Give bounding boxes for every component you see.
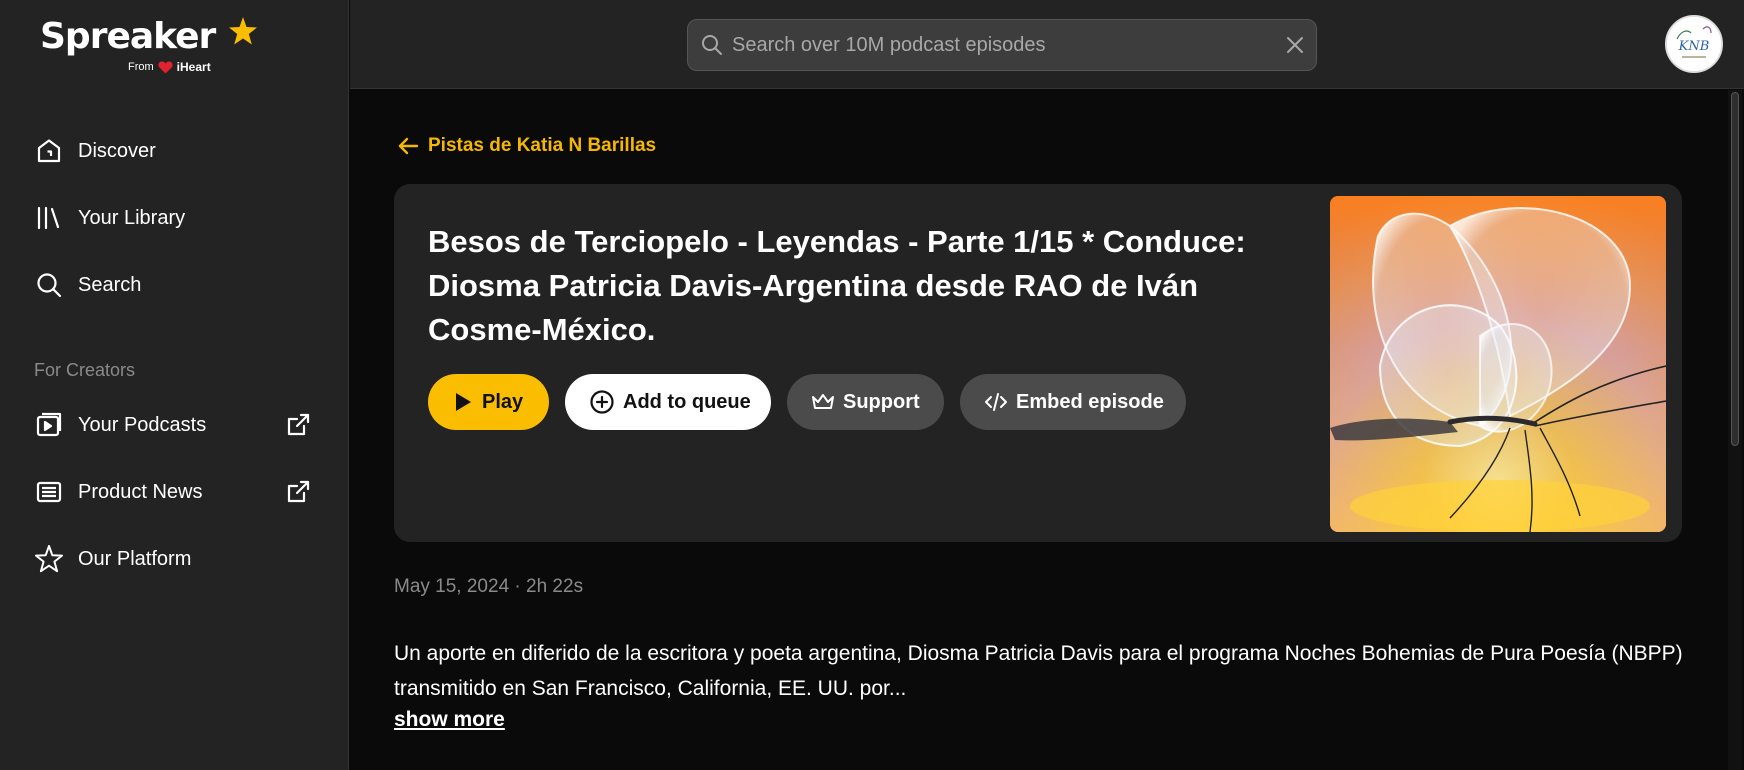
- sidebar-item-label: Your Library: [78, 206, 186, 229]
- library-icon: [34, 203, 64, 233]
- episode-artwork: [1330, 196, 1666, 532]
- butterfly-artwork-image: [1330, 196, 1666, 532]
- sidebar-item-label: Product News: [78, 480, 203, 503]
- external-link-icon: [287, 413, 310, 436]
- crown-icon: [812, 394, 834, 409]
- main-content: Pistas de Katia N Barillas Besos de Terc…: [350, 90, 1726, 770]
- sidebar-item-your-library[interactable]: Your Library: [0, 192, 349, 244]
- sidebar-item-our-platform[interactable]: Our Platform: [0, 533, 349, 585]
- home-icon: [34, 136, 64, 166]
- show-more-link[interactable]: show more: [394, 708, 505, 732]
- embed-episode-button[interactable]: Embed episode: [960, 374, 1186, 430]
- star-icon: [34, 544, 64, 574]
- brand-byline: From iHeart: [128, 60, 211, 74]
- clear-search-icon[interactable]: [1284, 34, 1306, 56]
- news-icon: [34, 477, 64, 507]
- avatar-logo-icon: KNB: [1667, 17, 1721, 71]
- search-input[interactable]: [732, 28, 1252, 62]
- brand-parent: iHeart: [176, 60, 211, 74]
- play-icon: [456, 393, 471, 411]
- sidebar-item-label: Search: [78, 273, 142, 296]
- play-button[interactable]: Play: [428, 374, 549, 430]
- support-button[interactable]: Support: [787, 374, 944, 430]
- back-link-label: Pistas de Katia N Barillas: [428, 135, 657, 156]
- user-avatar[interactable]: KNB: [1665, 15, 1723, 73]
- episode-title: Besos de Terciopelo - Leyendas - Parte 1…: [428, 224, 1246, 347]
- search-icon: [34, 270, 64, 300]
- sidebar-item-label: Your Podcasts: [78, 413, 207, 436]
- sidebar-item-discover[interactable]: Discover: [0, 125, 349, 177]
- avatar-initials: KNB: [1678, 39, 1710, 54]
- embed-episode-label: Embed episode: [1016, 390, 1164, 413]
- iheart-icon: [158, 61, 173, 74]
- add-to-queue-label: Add to queue: [623, 390, 751, 413]
- sidebar-item-your-podcasts[interactable]: Your Podcasts: [0, 399, 349, 451]
- top-bar: KNB: [350, 0, 1744, 89]
- arrow-left-icon: [398, 137, 419, 155]
- episode-description: Un aporte en diferido de la escritora y …: [394, 642, 1683, 700]
- podcast-icon: [34, 410, 64, 440]
- for-creators-heading: For Creators: [34, 360, 136, 380]
- brand-from: From: [128, 61, 154, 73]
- play-label: Play: [482, 390, 524, 413]
- search-icon: [702, 35, 722, 55]
- back-to-podcast-link[interactable]: Pistas de Katia N Barillas: [396, 134, 656, 158]
- sidebar-item-product-news[interactable]: Product News: [0, 466, 349, 518]
- external-link-icon: [287, 480, 310, 503]
- spreaker-logo[interactable]: Spreaker From iHeart: [40, 16, 257, 78]
- sidebar-item-search[interactable]: Search: [0, 259, 349, 311]
- support-label: Support: [843, 390, 920, 413]
- scrollbar-thumb[interactable]: [1731, 92, 1739, 446]
- search-box[interactable]: [687, 19, 1317, 71]
- episode-card: Besos de Terciopelo - Leyendas - Parte 1…: [394, 184, 1682, 542]
- plus-circle-icon: [590, 390, 614, 414]
- scrollbar[interactable]: [1728, 90, 1742, 770]
- sidebar-item-label: Discover: [78, 139, 156, 162]
- code-icon: [985, 393, 1007, 411]
- episode-meta: May 15, 2024 · 2h 22s: [394, 576, 584, 597]
- star-logo-icon: [229, 17, 257, 45]
- add-to-queue-button[interactable]: Add to queue: [565, 374, 771, 430]
- episode-actions: Play Add to queue Support Embed episode: [428, 374, 1186, 430]
- brand-name: Spreaker: [40, 16, 216, 57]
- sidebar: Spreaker From iHeart Discover Your Libra…: [0, 0, 349, 770]
- sidebar-item-label: Our Platform: [78, 547, 192, 570]
